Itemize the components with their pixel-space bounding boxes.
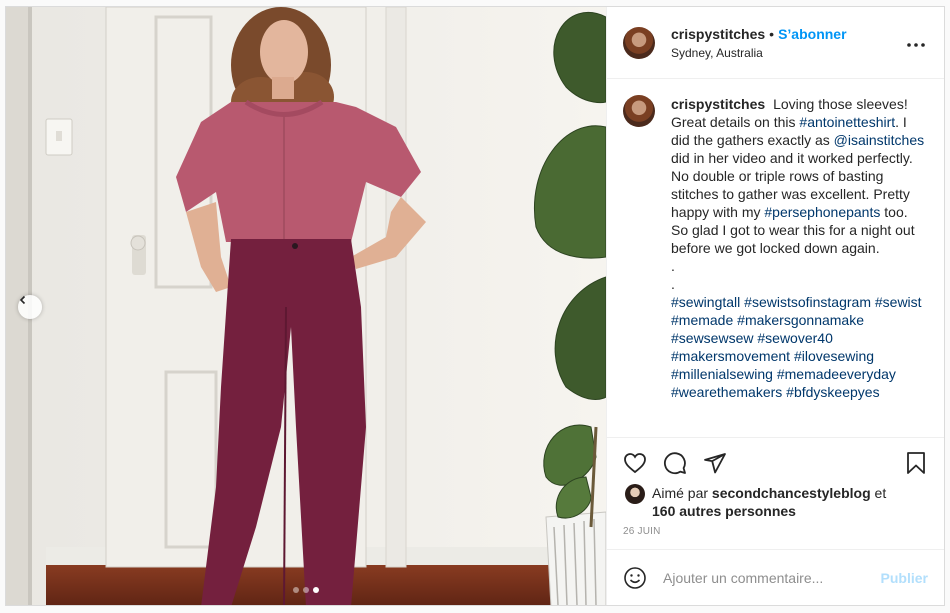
hashtag-link[interactable]: #makersmovement (671, 348, 790, 364)
instagram-post: crispystitches • S’abonner Sydney, Austr… (5, 6, 945, 606)
carousel-dot (293, 587, 299, 593)
hashtag-link[interactable]: #memade (671, 312, 733, 328)
caption-avatar[interactable] (623, 95, 655, 127)
likes-summary: Aimé par secondchancestyleblog et 160 au… (623, 482, 928, 520)
hashtag-link[interactable]: #sewingtall (671, 294, 740, 310)
caption-segment: . (671, 276, 675, 292)
emoji-icon[interactable] (623, 566, 647, 590)
header-text: crispystitches • S’abonner Sydney, Austr… (671, 25, 904, 61)
hashtag-link[interactable]: #millenialsewing (671, 366, 773, 382)
action-icons (623, 438, 928, 482)
save-button[interactable] (904, 443, 928, 483)
post-date[interactable]: 26 JUIN (623, 526, 928, 537)
share-button[interactable] (703, 443, 743, 483)
avatar[interactable] (623, 26, 655, 59)
caption-text: crispystitches Loving those sleeves! Gre… (671, 95, 928, 401)
hashtag-link[interactable]: #sewist (875, 294, 922, 310)
post-actions: Aimé par secondchancestyleblog et 160 au… (607, 437, 944, 549)
post-sidebar: crispystitches • S’abonner Sydney, Austr… (606, 7, 944, 605)
post-photo[interactable] (6, 7, 606, 605)
heart-icon (624, 453, 646, 474)
like-button[interactable] (623, 443, 663, 483)
liker-avatar[interactable] (625, 484, 645, 504)
post-header: crispystitches • S’abonner Sydney, Austr… (607, 7, 944, 79)
carousel-dot (303, 587, 309, 593)
liker-username-link[interactable]: secondchancestyleblog (712, 485, 871, 501)
separator-dot: • (769, 25, 775, 42)
chevron-left-icon (19, 295, 26, 305)
carousel-dot-active (313, 587, 319, 593)
comment-icon (663, 452, 686, 475)
hashtag-link[interactable]: #sewover40 (757, 330, 833, 346)
hashtag-link[interactable]: #sewistsofinstagram (744, 294, 871, 310)
bookmark-icon (907, 452, 925, 474)
ellipsis-icon (907, 43, 925, 47)
comments-area[interactable]: crispystitches Loving those sleeves! Gre… (607, 79, 944, 437)
caption-username-link[interactable]: crispystitches (671, 96, 765, 112)
likes-others-link[interactable]: 160 autres personnes (652, 503, 796, 519)
publish-button[interactable]: Publier (881, 570, 928, 586)
hashtag-link[interactable]: #sewsewsew (671, 330, 753, 346)
likes-conjunction: et (870, 485, 887, 501)
username-link[interactable]: crispystitches (671, 25, 765, 43)
hashtag-link[interactable]: #memadeeveryday (777, 366, 896, 382)
hashtag-link[interactable]: @isainstitches (834, 132, 924, 148)
likes-prefix: Aimé par (652, 485, 712, 501)
hashtag-link[interactable]: #ilovesewing (794, 348, 874, 364)
comment-button[interactable] (663, 443, 703, 483)
caption: crispystitches Loving those sleeves! Gre… (623, 95, 928, 401)
follow-button[interactable]: S’abonner (778, 25, 846, 43)
post-image (6, 7, 606, 605)
hashtag-link[interactable]: #antoinetteshirt (799, 114, 895, 130)
hashtag-link[interactable]: #bfdyskeepyes (786, 384, 879, 400)
hashtag-link[interactable]: #persephonepants (764, 204, 880, 220)
hashtag-link[interactable]: #wearethemakers (671, 384, 782, 400)
hashtag-link[interactable]: #makersgonnamake (737, 312, 864, 328)
add-comment-bar: Publier (607, 549, 944, 605)
carousel-indicator (6, 587, 606, 593)
caption-segment: . (671, 258, 675, 274)
comment-input[interactable] (663, 569, 881, 586)
more-options-button[interactable] (904, 32, 928, 53)
previous-photo-button[interactable] (18, 295, 42, 319)
location-link[interactable]: Sydney, Australia (671, 45, 904, 61)
paper-plane-icon (704, 453, 726, 474)
